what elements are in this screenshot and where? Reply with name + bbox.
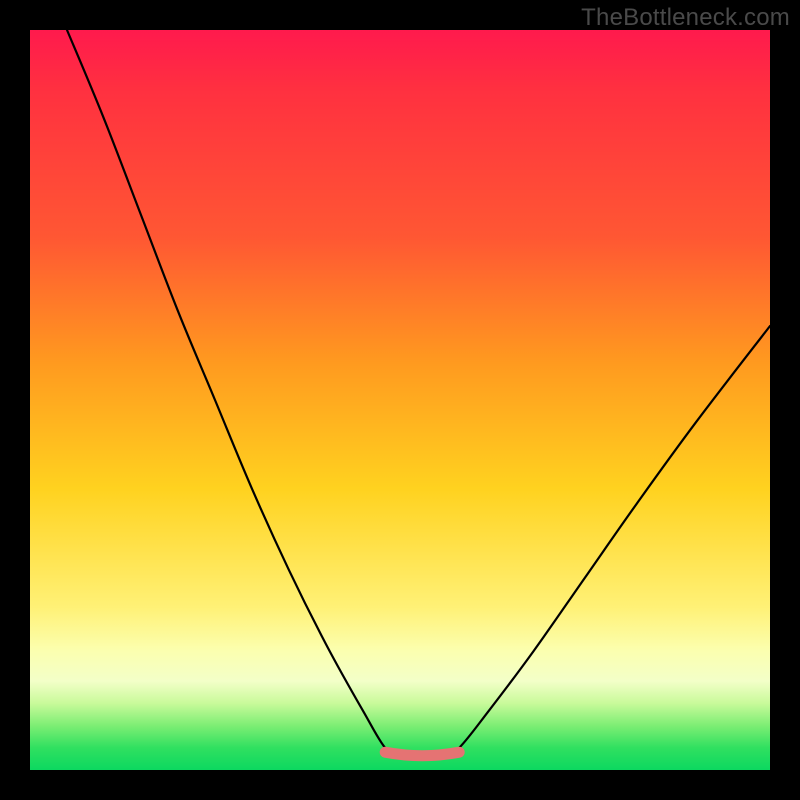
bottleneck-curve-svg <box>30 30 770 770</box>
chart-frame: TheBottleneck.com <box>0 0 800 800</box>
flat-segment-path <box>385 752 459 756</box>
plot-area <box>30 30 770 770</box>
watermark-text: TheBottleneck.com <box>581 4 790 32</box>
bottleneck-curve-path <box>67 30 770 756</box>
